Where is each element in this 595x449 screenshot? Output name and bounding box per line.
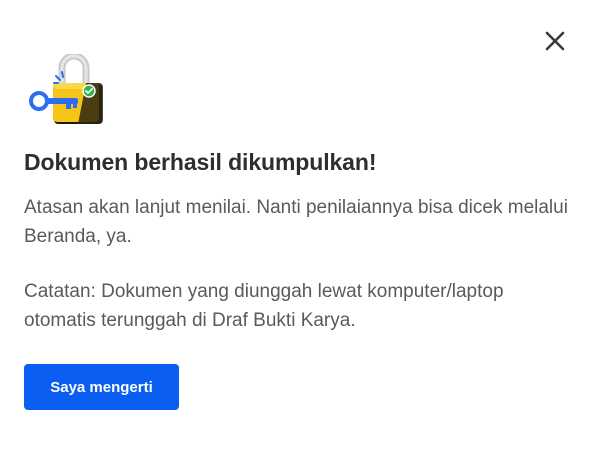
close-button[interactable] xyxy=(541,27,569,55)
dialog-note: Catatan: Dokumen yang diunggah lewat kom… xyxy=(24,281,504,331)
confirm-button[interactable]: Saya mengerti xyxy=(24,364,179,410)
close-icon[interactable] xyxy=(544,30,566,52)
dialog-message: Atasan akan lanjut menilai. Nanti penila… xyxy=(24,197,568,247)
dialog-title: Dokumen berhasil dikumpulkan! xyxy=(24,149,377,175)
success-dialog: Dokumen berhasil dikumpulkan! Atasan aka… xyxy=(0,0,595,449)
unlocked-padlock-with-key-icon xyxy=(29,54,103,124)
